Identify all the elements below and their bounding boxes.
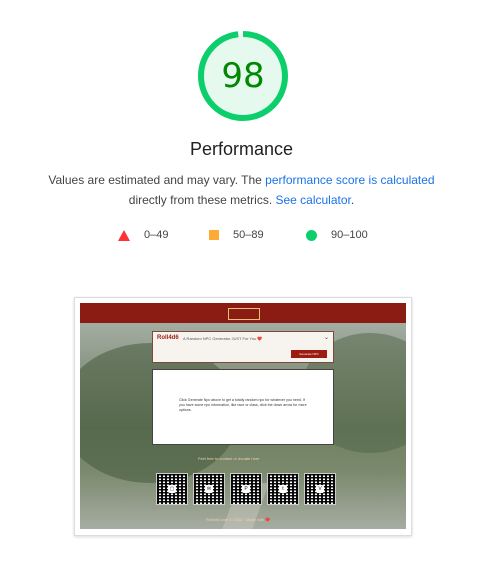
site-logo-icon [228, 308, 260, 320]
desc-end: . [350, 193, 355, 207]
twitter-qr-icon: t [267, 473, 299, 505]
performance-title: Performance [189, 139, 294, 159]
qr-code-row: ▢ ✉ P t V [156, 473, 336, 505]
generate-npc-button: Generate NPC [291, 350, 327, 358]
screenshot-page: Roll4d6 A Random NPC Generator JUST For … [80, 303, 406, 529]
site-brand: Roll4d6 [157, 335, 179, 341]
final-screenshot: Roll4d6 A Random NPC Generator JUST For … [74, 297, 412, 536]
site-copyright: Roll4d6.com © 2022 · Made with ❤️ [206, 517, 271, 522]
triangle-fail-icon [118, 229, 130, 241]
email-qr-icon: ✉ [193, 473, 225, 505]
square-average-icon [209, 230, 219, 240]
desc-text-1: Values are estimated and may vary. The [48, 173, 266, 187]
performance-description: Values are estimated and may vary. The p… [40, 170, 443, 210]
npc-output-panel: Click Generate Npc above to get a totall… [152, 369, 334, 445]
legend-fail: 0–49 [118, 229, 168, 241]
score-calculated-link[interactable]: performance score is calculated [265, 173, 434, 187]
see-calculator-link[interactable]: See calculator [275, 193, 350, 207]
venmo-qr-icon: V [304, 473, 336, 505]
discord-qr-icon: ▢ [156, 473, 188, 505]
performance-score: 98 [221, 56, 265, 96]
desc-text-2: directly from these metrics. [128, 193, 276, 207]
circle-pass-icon [306, 229, 317, 241]
legend-pass-label: 90–100 [331, 229, 368, 241]
site-tagline: A Random NPC Generator JUST For You ❤️ [183, 336, 263, 341]
contact-heading: Feel free to contact or donate here [198, 456, 260, 461]
chevron-down-icon: ⌄ [323, 335, 329, 341]
instructions-text: Click Generate Npc above to get a totall… [179, 398, 307, 412]
generator-panel: Roll4d6 A Random NPC Generator JUST For … [152, 331, 334, 363]
legend-pass: 90–100 [306, 229, 368, 241]
legend-average-label: 50–89 [233, 229, 264, 241]
legend-fail-label: 0–49 [144, 229, 169, 241]
paypal-qr-icon: P [230, 473, 262, 505]
legend-average: 50–89 [209, 229, 264, 241]
site-header-bar [80, 303, 406, 323]
